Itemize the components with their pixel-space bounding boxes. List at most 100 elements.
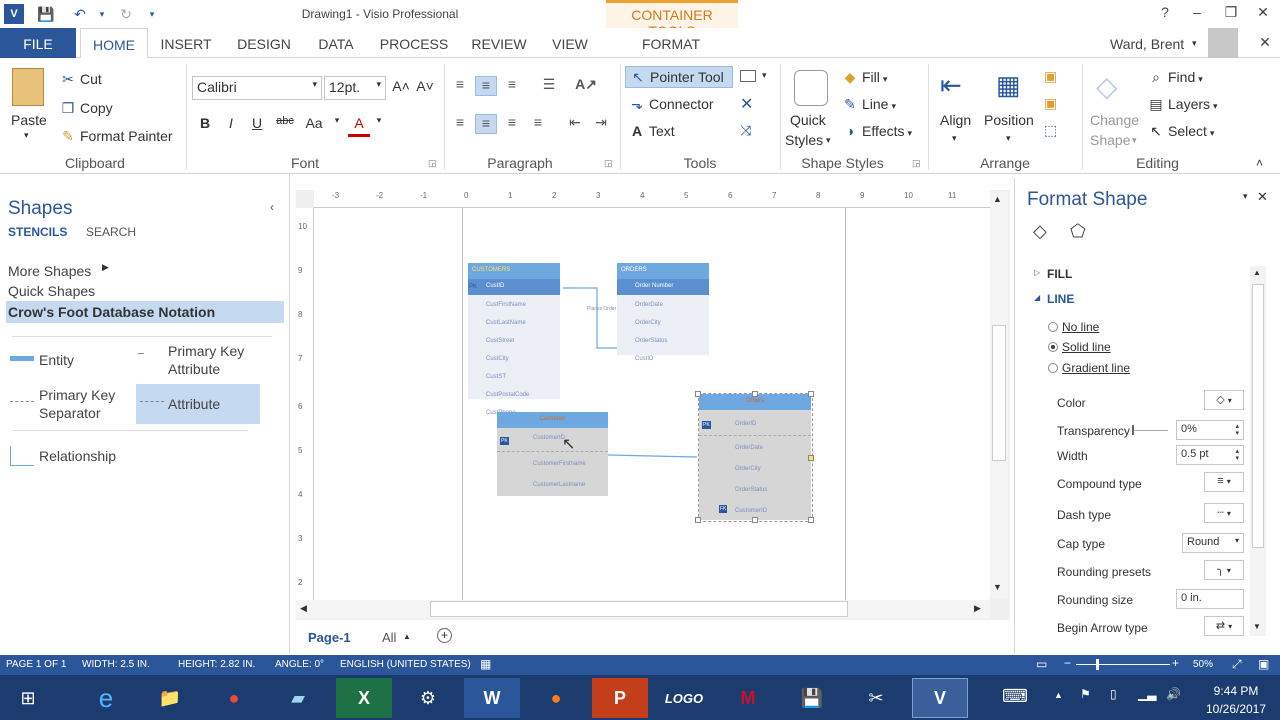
selection-handle[interactable]	[695, 391, 701, 397]
find-button[interactable]: ⌕ Find ▾	[1148, 69, 1203, 86]
help-icon[interactable]: ?	[1150, 4, 1180, 24]
stencil-pk-attribute-line2[interactable]: Attribute	[168, 360, 220, 378]
shape-dropdown-icon[interactable]: ▾	[762, 70, 767, 81]
rounding-size-input[interactable]: 0 in.	[1176, 589, 1244, 609]
cap-type-select[interactable]: Round ▾	[1182, 533, 1244, 553]
all-pages-dropdown-icon[interactable]: ▲	[403, 632, 411, 641]
bold-button[interactable]: B	[194, 115, 216, 135]
grow-font-icon[interactable]: A˄	[390, 78, 412, 98]
collapse-panel-icon[interactable]: ‹	[270, 200, 274, 214]
begin-arrow-picker[interactable]: ⇄ ▾	[1204, 616, 1244, 636]
battery-icon[interactable]: ▯	[1110, 687, 1117, 701]
align-dropdown-icon[interactable]: ▾	[952, 133, 957, 144]
logo-app-icon[interactable]: LOGO	[656, 678, 712, 718]
font-name-combo[interactable]: Calibri ▾	[192, 76, 322, 100]
color-picker[interactable]: ◇ ▾	[1204, 390, 1244, 410]
close-x-icon[interactable]: ✕	[740, 94, 753, 114]
customize-qat-icon[interactable]: ▾	[142, 4, 162, 24]
entity-orders-top[interactable]: ORDERS Order Number OrderDate OrderCity …	[617, 263, 709, 362]
more-shapes-arrow-icon[interactable]: ▶	[102, 262, 109, 273]
macro-record-icon[interactable]: ▦	[480, 657, 491, 671]
strikethrough-button[interactable]: abc	[272, 115, 298, 135]
stencil-pk-attribute-line1[interactable]: Primary Key	[168, 342, 244, 360]
cut-button[interactable]: ✂ Cut	[60, 71, 102, 88]
panel-scroll-down-icon[interactable]: ▼	[1253, 622, 1261, 631]
floppy-disk-icon[interactable]: 💾	[784, 678, 840, 718]
fill-section-header[interactable]: FILL	[1047, 267, 1072, 281]
transparency-input[interactable]: 0% ▴ ▾	[1176, 420, 1244, 440]
vertical-scroll-thumb[interactable]	[992, 325, 1006, 461]
position-button[interactable]: Position	[984, 112, 1034, 128]
panel-options-icon[interactable]: ▾	[1243, 191, 1248, 202]
increase-indent-icon[interactable]: ⇥	[590, 114, 612, 134]
status-language[interactable]: ENGLISH (UNITED STATES)	[340, 659, 471, 670]
paste-dropdown-icon[interactable]: ▾	[24, 130, 29, 141]
align-center-icon[interactable]: ≡	[475, 114, 497, 134]
entity-customers[interactable]: CUSTOMERS CustID CustFirstName CustLastN…	[468, 263, 560, 416]
presentation-mode-icon[interactable]: ▭	[1036, 657, 1047, 671]
line-collapse-icon[interactable]: ◢	[1034, 293, 1040, 302]
font-dialog-launcher-icon[interactable]: ◲	[428, 158, 437, 169]
horizontal-scroll-thumb[interactable]	[430, 601, 848, 617]
stencil-attribute[interactable]: Attribute	[168, 395, 220, 413]
effects-button[interactable]: ◑ Effects ▾	[842, 123, 912, 139]
scroll-up-icon[interactable]: ▲	[993, 194, 1002, 204]
styles-label[interactable]: Styles	[785, 132, 823, 148]
tab-insert[interactable]: INSERT	[156, 36, 216, 58]
mcafee-shield-icon[interactable]: M	[720, 678, 776, 718]
file-explorer-icon[interactable]: 📁	[142, 678, 198, 718]
user-dropdown-icon[interactable]: ▾	[1192, 38, 1197, 49]
gradient-line-option[interactable]: Gradient line	[1048, 361, 1130, 375]
tab-design[interactable]: DESIGN	[230, 36, 298, 58]
add-page-icon[interactable]: +	[437, 628, 452, 643]
panel-scroll-thumb[interactable]	[1252, 284, 1264, 548]
zoom-slider-thumb[interactable]	[1096, 659, 1099, 670]
fill-button[interactable]: ◆ Fill ▾	[842, 69, 888, 86]
align-bottom-icon[interactable]: ≡	[501, 76, 523, 96]
tray-expand-icon[interactable]: ▲	[1054, 690, 1063, 700]
change-shape-dropdown-icon[interactable]: ▾	[1132, 135, 1137, 146]
tab-stencils[interactable]: STENCILS	[8, 225, 67, 239]
decrease-indent-icon[interactable]: ⇤	[564, 114, 586, 134]
change-shape-label-1[interactable]: Change	[1090, 112, 1139, 128]
zoom-in-icon[interactable]: +	[1172, 656, 1179, 670]
effects-tab-icon[interactable]: ⬠	[1070, 221, 1086, 242]
stencil-relationship[interactable]: Relationship	[39, 447, 116, 465]
undo-icon[interactable]: ↶	[70, 4, 90, 24]
stencil-entity[interactable]: Entity	[39, 351, 74, 369]
align-middle-icon[interactable]: ≡	[475, 76, 497, 96]
wifi-signal-icon[interactable]: ▁▃	[1138, 687, 1156, 701]
underline-button[interactable]: U	[246, 115, 268, 135]
relationship-connector-top[interactable]	[555, 280, 625, 360]
undo-dropdown-icon[interactable]: ▾	[92, 4, 112, 24]
compound-type-picker[interactable]: ≡ ▾	[1204, 472, 1244, 492]
paragraph-dialog-launcher-icon[interactable]: ◲	[604, 158, 613, 169]
redo-icon[interactable]: ↻	[116, 4, 136, 24]
flag-icon[interactable]: ⚑	[1080, 687, 1091, 701]
restore-icon[interactable]: ❐	[1216, 4, 1246, 24]
format-painter-button[interactable]: ✎ Format Painter	[60, 128, 172, 145]
line-button[interactable]: ✎ Line ▾	[842, 96, 896, 113]
quick-styles-label[interactable]: Quick	[790, 112, 826, 128]
close-window-icon[interactable]: ✕	[1248, 4, 1278, 24]
quick-styles-icon[interactable]	[794, 70, 828, 106]
selection-handle[interactable]	[752, 391, 758, 397]
selection-handle[interactable]	[808, 391, 814, 397]
width-input[interactable]: 0.5 pt ▴ ▾	[1176, 445, 1244, 465]
quick-styles-dropdown-icon[interactable]: ▾	[826, 135, 831, 146]
line-section-header[interactable]: LINE	[1047, 292, 1074, 306]
selection-handle[interactable]	[695, 517, 701, 523]
settings-gear-icon[interactable]: ⚙	[400, 678, 456, 718]
position-icon[interactable]: ▦	[996, 70, 1021, 101]
powerpoint-icon[interactable]: P	[592, 678, 648, 718]
snipping-tool-icon[interactable]: ✂	[848, 678, 904, 718]
pointer-tool-button[interactable]: ↖ Pointer Tool	[625, 66, 733, 88]
scroll-right-icon[interactable]: ▶	[974, 603, 981, 614]
chrome-icon[interactable]: ●	[206, 678, 262, 718]
tab-process[interactable]: PROCESS	[374, 36, 454, 58]
switch-windows-icon[interactable]: ▣	[1258, 657, 1269, 671]
paste-button[interactable]: Paste	[11, 112, 47, 128]
close-panel-icon[interactable]: ✕	[1257, 189, 1268, 205]
rectangle-shape-icon[interactable]	[740, 70, 756, 82]
stencil-pk-separator-line2[interactable]: Separator	[39, 404, 100, 422]
